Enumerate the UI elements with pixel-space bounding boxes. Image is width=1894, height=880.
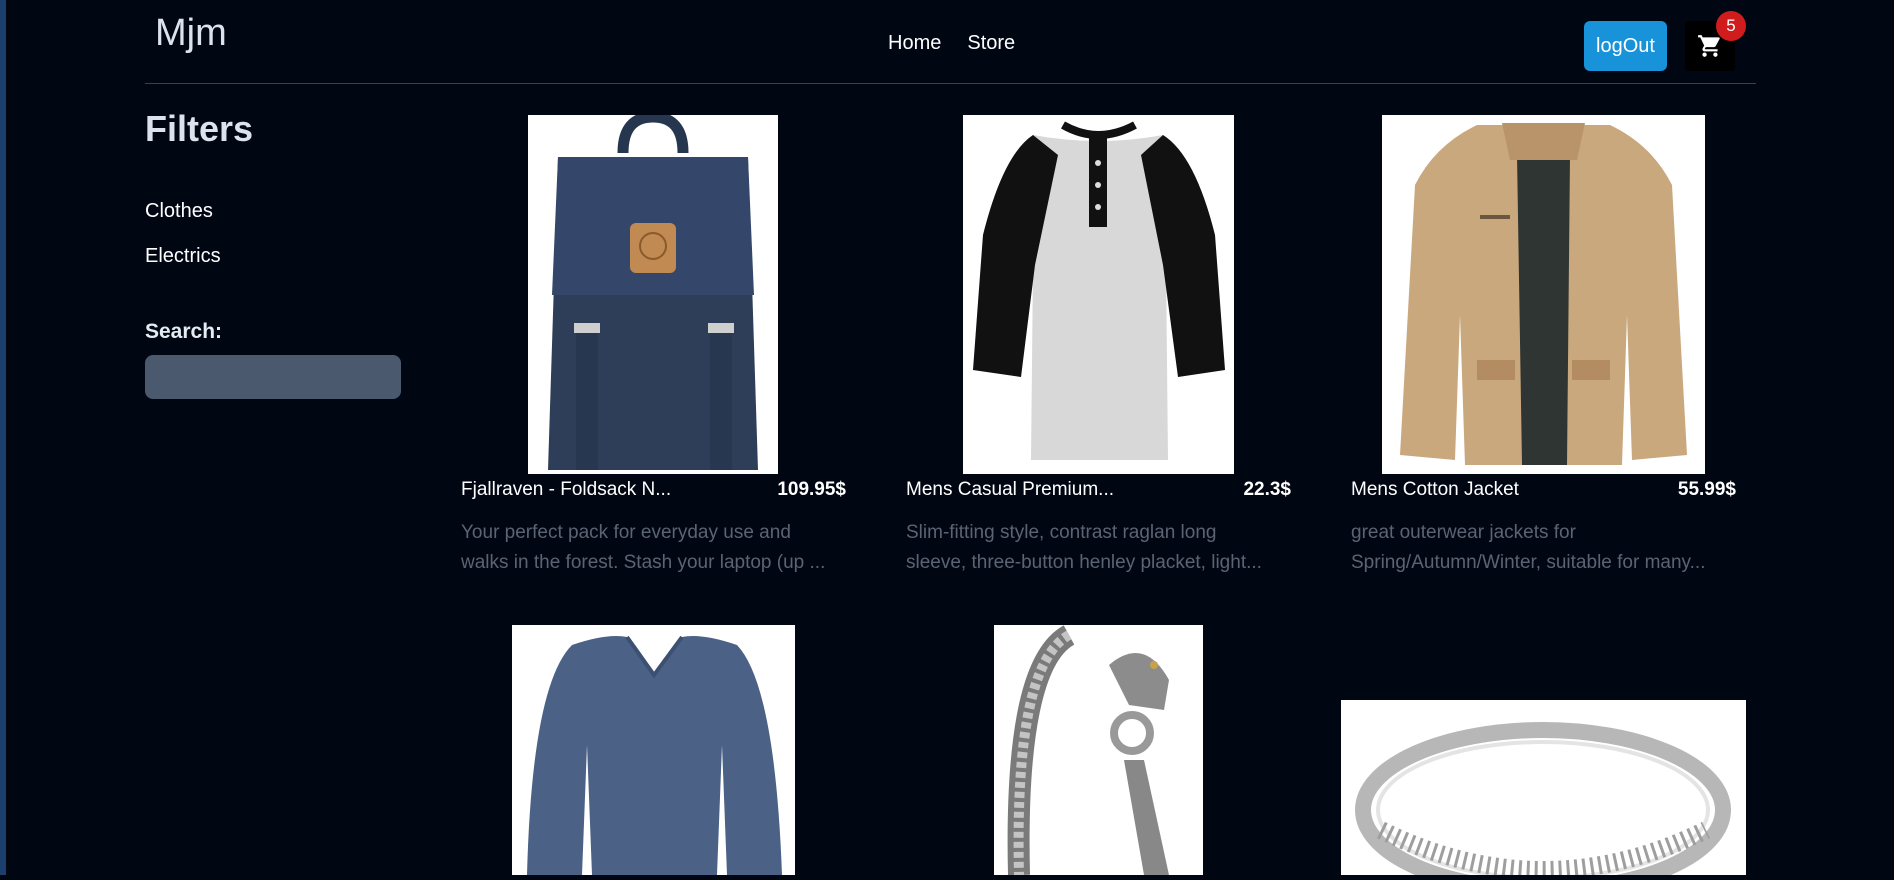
product-card[interactable]: Fjallraven - Foldsack N... 109.95$ Your …	[461, 115, 846, 605]
shopping-cart-icon	[1698, 35, 1720, 57]
brand-logo[interactable]: Mjm	[155, 12, 227, 55]
product-image-jacket[interactable]	[1382, 115, 1705, 474]
main-nav: Home Store	[888, 32, 1015, 55]
product-image-shirt[interactable]	[963, 115, 1234, 474]
product-description-line: walks in the forest. Stash your laptop (…	[461, 552, 826, 573]
product-card[interactable]: Mens Casual Premium... 22.3$ Slim-fittin…	[906, 115, 1291, 605]
nav-store-link[interactable]: Store	[967, 32, 1015, 55]
product-price: 55.99$	[1677, 479, 1736, 500]
filter-clothes[interactable]: Clothes	[145, 200, 213, 223]
window-edge	[0, 0, 6, 875]
product-description-line: Slim-fitting style, contrast raglan long	[906, 522, 1217, 543]
product-description-line: Spring/Autumn/Winter, suitable for many.…	[1351, 552, 1706, 573]
product-title[interactable]: Mens Cotton Jacket	[1351, 479, 1519, 501]
search-input[interactable]	[145, 355, 401, 399]
product-description: Slim-fitting style, contrast raglan long…	[906, 518, 1291, 578]
product-description-line: great outerwear jackets for	[1351, 522, 1576, 543]
header-divider	[145, 83, 1756, 84]
filter-electrics[interactable]: Electrics	[145, 245, 221, 268]
product-image-bracelet[interactable]	[994, 625, 1203, 876]
product-image-sweater[interactable]	[512, 625, 795, 875]
logout-button[interactable]: logOut	[1584, 21, 1667, 71]
nav-home-link[interactable]: Home	[888, 32, 941, 55]
product-price: 109.95$	[777, 479, 846, 500]
product-image-backpack[interactable]	[528, 115, 778, 474]
search-label: Search:	[145, 320, 223, 343]
product-description-line: Your perfect pack for everyday use and	[461, 522, 791, 543]
product-description-line: sleeve, three-button henley placket, lig…	[906, 552, 1262, 573]
product-price: 22.3$	[1243, 479, 1291, 500]
product-description: Your perfect pack for everyday use and w…	[461, 518, 846, 578]
product-card[interactable]: Mens Cotton Jacket 55.99$ great outerwea…	[1351, 115, 1736, 605]
cart-count-badge: 5	[1716, 11, 1746, 41]
product-title[interactable]: Mens Casual Premium...	[906, 479, 1114, 501]
product-title[interactable]: Fjallraven - Foldsack N...	[461, 479, 671, 501]
product-description: great outerwear jackets for Spring/Autum…	[1351, 518, 1736, 578]
filters-title: Filters	[145, 108, 254, 149]
product-image-ring[interactable]	[1341, 700, 1746, 880]
